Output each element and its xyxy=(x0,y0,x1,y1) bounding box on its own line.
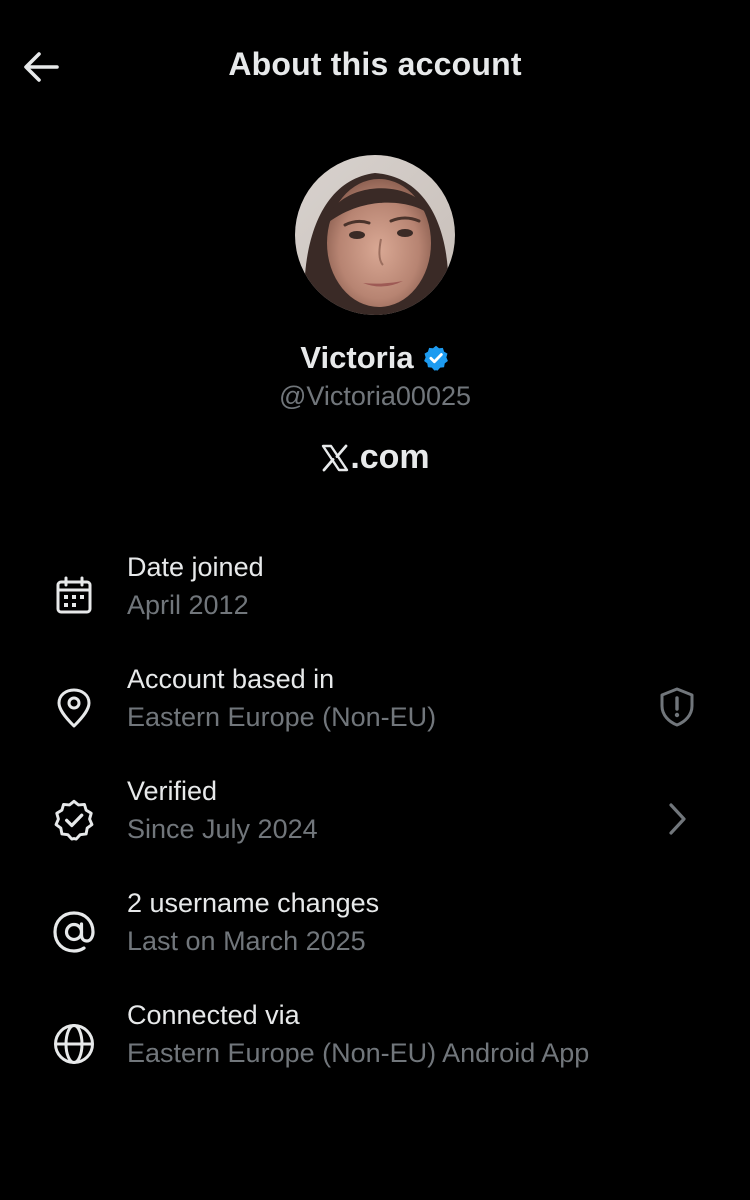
info-title: 2 username changes xyxy=(127,888,380,918)
profile-photo xyxy=(295,155,455,315)
info-subtitle: April 2012 xyxy=(127,590,249,620)
info-title: Connected via xyxy=(127,1000,300,1030)
calendar-icon xyxy=(50,572,98,620)
info-subtitle: Eastern Europe (Non-EU) xyxy=(127,702,437,732)
info-subtitle: Since July 2024 xyxy=(127,814,318,844)
at-sign-icon xyxy=(50,908,98,956)
shield-alert-icon xyxy=(660,687,694,727)
site-link: .com xyxy=(0,438,750,477)
username-handle: @Victoria00025 xyxy=(278,381,472,411)
display-name: Victoria xyxy=(300,340,414,375)
info-subtitle: Last on March 2025 xyxy=(127,926,366,956)
info-title: Date joined xyxy=(127,552,264,582)
verified-badge-icon xyxy=(423,345,448,371)
info-item-username-changes: 2 username changes Last on March 2025 xyxy=(0,888,750,980)
globe-icon xyxy=(50,1020,98,1068)
profile-name-row: Victoria xyxy=(0,340,750,376)
verified-seal-icon xyxy=(50,796,98,844)
info-title: Account based in xyxy=(127,664,335,694)
top-app-bar: About this account xyxy=(0,0,750,134)
site-domain: .com xyxy=(350,438,430,476)
avatar[interactable] xyxy=(295,155,455,315)
info-item-account-based-in: Account based in Eastern Europe (Non-EU) xyxy=(0,664,750,756)
info-title: Verified xyxy=(127,776,218,806)
info-item-date-joined: Date joined April 2012 xyxy=(0,552,750,644)
x-logo-icon xyxy=(320,443,350,473)
info-item-connected-via: Connected via Eastern Europe (Non-EU) An… xyxy=(0,1000,750,1092)
info-item-verified[interactable]: Verified Since July 2024 xyxy=(0,776,750,868)
info-subtitle: Eastern Europe (Non-EU) Android App xyxy=(127,1038,590,1068)
location-pin-icon xyxy=(50,684,98,732)
chevron-right-button[interactable] xyxy=(652,794,702,844)
shield-alert-button[interactable] xyxy=(652,682,702,732)
page-title: About this account xyxy=(228,46,522,82)
chevron-right-icon xyxy=(669,803,686,835)
